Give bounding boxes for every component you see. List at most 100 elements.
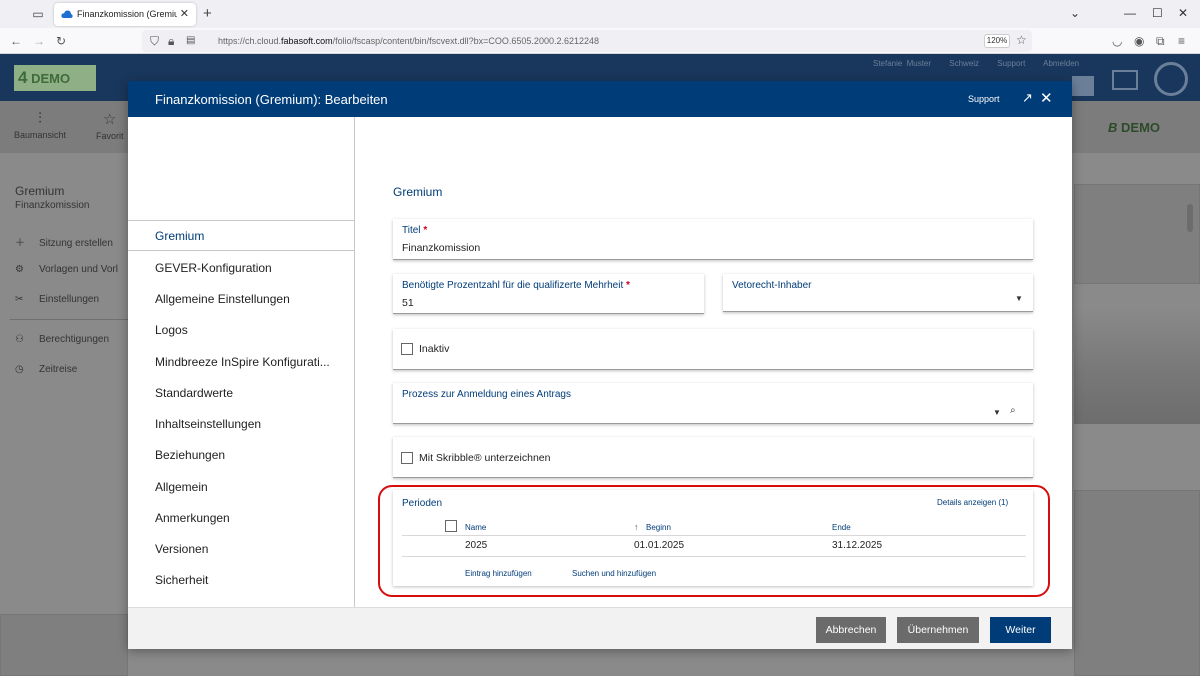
bg-menu-item[interactable]: ⚇ Berechtigungen <box>15 334 109 345</box>
users-icon: ⚇ <box>15 334 24 345</box>
minimize-icon[interactable]: — <box>1124 6 1136 20</box>
dialog-header: Finanzkomission (Gremium): Bearbeiten Su… <box>128 81 1072 117</box>
field-label: Vetorecht-Inhaber <box>732 280 812 291</box>
bg-menu-item[interactable]: ◷ Zeitreise <box>15 364 77 375</box>
clock-icon: ◷ <box>15 364 24 375</box>
new-tab-icon[interactable]: + <box>203 5 212 22</box>
toolbar-tree-view[interactable]: ⫶ Baumansicht <box>14 110 66 140</box>
inaktiv-checkbox[interactable] <box>401 343 413 355</box>
sidebar-header-area <box>128 117 355 221</box>
veto-field[interactable]: Vetorecht-Inhaber ▼ <box>723 274 1033 312</box>
inaktiv-field: Inaktiv <box>393 329 1033 370</box>
field-label: Benötigte Prozentzahl für die qualifizer… <box>402 280 630 291</box>
browser-tabbar: ▭ Finanzkomission (Gremium): Be ✕ + ⌄ — … <box>0 0 1200 28</box>
window-close-icon[interactable]: ✕ <box>1178 6 1188 20</box>
close-icon[interactable]: ✕ <box>1040 89 1053 107</box>
dialog-title: Finanzkomission (Gremium): Bearbeiten <box>155 92 388 107</box>
expand-icon[interactable]: ↗ <box>1022 90 1033 106</box>
extensions-icon[interactable]: ⧉ <box>1156 34 1165 48</box>
header-links: Stefanie Muster Schweiz Support Abmelden <box>873 59 1093 68</box>
skribble-checkbox[interactable] <box>401 452 413 464</box>
maximize-icon[interactable]: ☐ <box>1152 6 1163 20</box>
sidebar-item-sicherheit[interactable]: Sicherheit <box>155 573 345 587</box>
inaktiv-label: Inaktiv <box>419 343 450 355</box>
header-link[interactable]: Stefanie Muster <box>873 59 931 68</box>
page-info-icon[interactable]: ▤ <box>186 34 195 48</box>
tools-icon: ✂ <box>15 294 24 305</box>
browser-tab[interactable]: Finanzkomission (Gremium): Be ✕ <box>54 3 196 26</box>
bg-menu-item[interactable]: ✂ Einstellungen <box>15 294 99 305</box>
bg-scrollbar[interactable] <box>1187 204 1193 232</box>
bg-menu-item[interactable]: ＋ Sitzung erstellen <box>15 234 113 249</box>
required-marker: * <box>626 280 630 291</box>
divider <box>10 319 128 320</box>
bg-card <box>1074 490 1200 676</box>
next-button[interactable]: Weiter <box>990 617 1051 643</box>
sidebar-item-allgemein[interactable]: Allgemein <box>155 480 345 494</box>
section-title: Gremium <box>393 185 443 199</box>
prozess-field[interactable]: Prozess zur Anmeldung eines Antrags ▼ ⌕ <box>393 383 1033 424</box>
required-marker: * <box>423 225 428 236</box>
zoom-level[interactable]: 120% <box>984 34 1010 48</box>
star-icon: ☆ <box>103 111 117 128</box>
shield-icon[interactable]: ⛉ <box>150 34 159 48</box>
field-label: Prozess zur Anmeldung eines Antrags <box>402 389 571 400</box>
header-cloud-icon[interactable] <box>1154 62 1188 96</box>
apply-button[interactable]: Übernehmen <box>897 617 979 643</box>
skribble-label: Mit Skribble® unterzeichnen <box>419 452 551 464</box>
reload-icon[interactable]: ↻ <box>56 34 66 48</box>
bg-card <box>1074 184 1200 284</box>
back-icon[interactable]: ← <box>10 34 22 48</box>
app-logo[interactable]: 4 DEMO <box>14 65 96 91</box>
header-link[interactable]: Support <box>997 59 1025 68</box>
tab-title: Finanzkomission (Gremium): Be <box>77 9 177 19</box>
account-icon[interactable]: ◉ <box>1134 34 1144 48</box>
search-icon[interactable]: ⌕ <box>1010 405 1016 416</box>
dialog-footer: Abbrechen Übernehmen Weiter <box>128 607 1072 649</box>
sidebar-item-logos[interactable]: Logos <box>155 323 345 337</box>
header-search-button[interactable] <box>1072 76 1094 96</box>
plus-icon: ＋ <box>15 238 25 249</box>
support-link[interactable]: Support <box>968 94 1000 104</box>
dialog-sidebar: Gremium GEVER-Konfiguration Allgemeine E… <box>128 117 355 607</box>
sidebar-item-versionen[interactable]: Versionen <box>155 542 345 556</box>
cancel-button[interactable]: Abbrechen <box>816 617 886 643</box>
titel-input[interactable]: Finanzkomission <box>402 242 480 254</box>
sidebar-item-beziehungen[interactable]: Beziehungen <box>155 448 345 462</box>
url-text[interactable]: https://ch.cloud.fabasoft.com/folio/fsca… <box>218 36 599 46</box>
tab-close-icon[interactable]: ✕ <box>180 7 189 20</box>
forward-icon[interactable]: → <box>33 34 45 48</box>
sidebar-item-gever[interactable]: GEVER-Konfiguration <box>155 261 345 275</box>
sidebar-item-inhaltseinstellungen[interactable]: Inhaltseinstellungen <box>155 417 345 431</box>
header-cards-icon[interactable] <box>1112 70 1138 90</box>
browser-navbar: ← → ↻ ⛉ 🔒︎ ▤ https://ch.cloud.fabasoft.c… <box>0 28 1200 54</box>
divider <box>128 250 355 251</box>
tab-list-icon[interactable]: ▭ <box>31 7 45 21</box>
sidebar-item-allgemeine-einstellungen[interactable]: Allgemeine Einstellungen <box>155 292 345 306</box>
sidebar-item-anmerkungen[interactable]: Anmerkungen <box>155 511 345 525</box>
cloud-favicon-icon <box>61 10 73 18</box>
gear-icon: ⚙ <box>15 264 24 275</box>
bg-image <box>1074 304 1200 424</box>
tab-dropdown-icon[interactable]: ⌄ <box>1070 6 1080 20</box>
bg-menu-item[interactable]: ⚙ Vorlagen und Vorl <box>15 264 118 275</box>
toolbar-favorites[interactable]: ☆ Favorit <box>96 110 124 141</box>
app-logo-right: B DEMO <box>1108 120 1161 135</box>
dropdown-caret-icon[interactable]: ▼ <box>1015 294 1023 303</box>
sidebar-item-mindbreeze[interactable]: Mindbreeze InSpire Konfigurati... <box>155 355 345 369</box>
prozent-field[interactable]: Benötigte Prozentzahl für die qualifizer… <box>393 274 704 314</box>
prozent-input[interactable]: 51 <box>402 297 414 309</box>
pocket-icon[interactable]: ◡ <box>1112 34 1122 48</box>
sidebar-item-standardwerte[interactable]: Standardwerte <box>155 386 345 400</box>
menu-icon[interactable]: ≡ <box>1178 34 1185 48</box>
header-link[interactable]: Abmelden <box>1043 59 1079 68</box>
dropdown-caret-icon[interactable]: ▼ <box>993 408 1001 417</box>
titel-field[interactable]: Titel * Finanzkomission <box>393 219 1033 260</box>
bg-heading: Gremium <box>15 184 65 198</box>
lock-icon[interactable]: 🔒︎ <box>168 34 174 48</box>
url-bar[interactable]: ⛉ 🔒︎ ▤ https://ch.cloud.fabasoft.com/fol… <box>142 30 1032 52</box>
header-link[interactable]: Schweiz <box>949 59 979 68</box>
field-label: Titel * <box>402 225 428 236</box>
bookmark-star-icon[interactable]: ☆ <box>1016 33 1027 47</box>
sidebar-item-gremium[interactable]: Gremium <box>155 229 345 243</box>
